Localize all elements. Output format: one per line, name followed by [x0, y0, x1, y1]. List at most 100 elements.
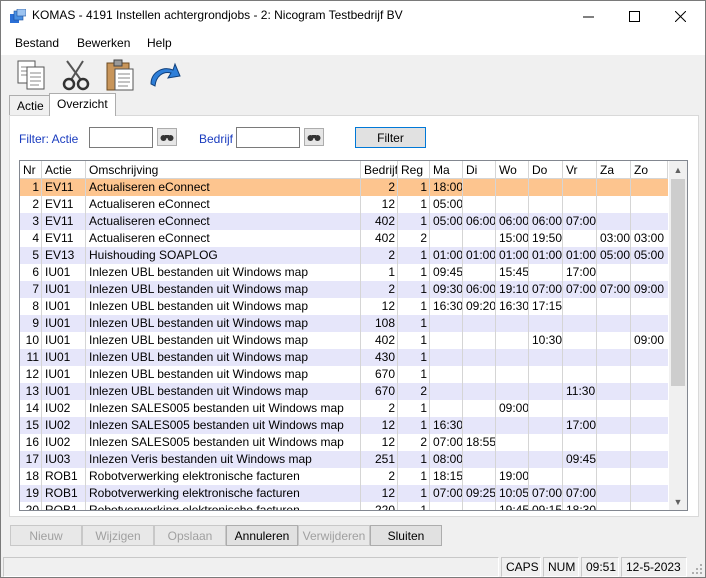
cell-di: [463, 502, 496, 510]
cell-omschrijving: Inlezen UBL bestanden uit Windows map: [89, 384, 309, 398]
cell-wo: [496, 196, 529, 213]
cell-di: [463, 417, 496, 434]
grid-column-divider: [85, 161, 86, 510]
cell-ma: 07:00: [433, 486, 463, 500]
filter-button[interactable]: Filter: [355, 127, 426, 148]
cell-nr: 19: [25, 486, 39, 500]
app-window: KOMAS - 4191 Instellen achtergrondjobs -…: [0, 0, 706, 578]
nieuw-button[interactable]: Nieuw: [10, 525, 82, 546]
annuleren-button[interactable]: Annuleren: [226, 525, 298, 546]
cell-do: 17:15: [532, 299, 563, 313]
cell-wo: 19:00: [499, 469, 529, 483]
column-header-nr[interactable]: Nr: [20, 161, 42, 179]
table-row[interactable]: 18 ROB1 Robotverwerking elektronische fact…: [20, 468, 668, 485]
cell-omschrijving: Inlezen UBL bestanden uit Windows map: [89, 316, 309, 330]
table-row[interactable]: 11 IU01 Inlezen UBL bestanden uit Windows …: [20, 349, 668, 366]
copy-document-icon[interactable]: [15, 58, 49, 92]
table-row[interactable]: 4 EV11 Actualiseren eConnect 402 2 15:00 19:50…: [20, 230, 668, 247]
column-header-wo[interactable]: Wo: [496, 161, 529, 179]
table-row[interactable]: 6 IU01 Inlezen UBL bestanden uit Windows m…: [20, 264, 668, 281]
table-row[interactable]: 16 IU02 Inlezen SALES005 bestanden uit Win…: [20, 434, 668, 451]
tab-overzicht[interactable]: Overzicht: [49, 93, 116, 116]
opslaan-button[interactable]: Opslaan: [154, 525, 226, 546]
column-header-actie[interactable]: Actie: [42, 161, 86, 179]
table-row[interactable]: 1 EV11 Actualiseren eConnect 2 1 18:00: [20, 179, 668, 196]
cell-wo: 19:10: [499, 282, 529, 296]
cell-bedrijf: 402: [374, 333, 395, 347]
cell-wo: [496, 434, 529, 451]
cell-do: 07:00: [532, 282, 563, 296]
column-header-di[interactable]: Di: [463, 161, 496, 179]
table-row[interactable]: 10 IU01 Inlezen UBL bestanden uit Windows …: [20, 332, 668, 349]
cell-bedrijf: 2: [388, 180, 395, 194]
column-header-bedrijf[interactable]: Bedrijf: [361, 161, 398, 179]
binoculars-icon: [307, 135, 321, 141]
table-row[interactable]: 7 IU01 Inlezen UBL bestanden uit Windows m…: [20, 281, 668, 298]
cell-reg: 2: [420, 384, 427, 398]
cell-ma: 05:00: [433, 197, 463, 211]
cell-omschrijving: Actualiseren eConnect: [89, 231, 210, 245]
column-header-do[interactable]: Do: [529, 161, 563, 179]
jobs-grid[interactable]: Nr Actie Omschrijving Bedrijf Reg Ma Di Wo Do Vr Z…: [19, 160, 688, 511]
cell-ma: [430, 332, 463, 349]
table-row[interactable]: 20 ROB1 Robotverwerking elektronische fact…: [20, 502, 668, 511]
cell-omschrijving: Robotverwerking elektronische facturen: [89, 486, 300, 500]
table-row[interactable]: 12 IU01 Inlezen UBL bestanden uit Windows …: [20, 366, 668, 383]
menu-help[interactable]: Help: [147, 36, 172, 50]
tab-actie[interactable]: Actie: [9, 95, 52, 115]
scissors-icon[interactable]: [59, 58, 93, 92]
maximize-icon: [628, 10, 640, 22]
menu-bestand[interactable]: Bestand: [15, 36, 59, 50]
column-header-ma[interactable]: Ma: [430, 161, 463, 179]
table-row[interactable]: 15 IU02 Inlezen SALES005 bestanden uit Win…: [20, 417, 668, 434]
verwijderen-button[interactable]: Verwijderen: [298, 525, 370, 546]
scroll-up-arrow-icon[interactable]: ▲: [669, 161, 687, 178]
column-header-reg[interactable]: Reg: [398, 161, 430, 179]
minimize-button[interactable]: [565, 1, 611, 31]
cell-za: [597, 451, 631, 468]
table-row[interactable]: 13 IU01 Inlezen UBL bestanden uit Windows …: [20, 383, 668, 400]
cell-actie: ROB1: [45, 503, 78, 511]
maximize-button[interactable]: [611, 1, 657, 31]
column-header-zo[interactable]: Zo: [631, 161, 668, 179]
scroll-down-arrow-icon[interactable]: ▼: [669, 493, 687, 510]
title-bar[interactable]: KOMAS - 4191 Instellen achtergrondjobs -…: [1, 1, 705, 31]
undo-arrow-icon[interactable]: [147, 58, 181, 92]
status-num: NUM: [543, 557, 579, 577]
filter-bedrijf-input[interactable]: [236, 127, 300, 148]
paste-clipboard-icon[interactable]: [103, 58, 137, 92]
cell-do: 01:00: [532, 248, 563, 262]
cell-di: 06:00: [466, 282, 496, 296]
column-header-za[interactable]: Za: [597, 161, 631, 179]
table-row[interactable]: 5 EV13 Huishouding SOAPLOG 2 1 01:00 01:00 01:0…: [20, 247, 668, 264]
column-header-vr[interactable]: Vr: [563, 161, 597, 179]
resize-grip-icon[interactable]: [691, 563, 703, 575]
scroll-thumb[interactable]: [671, 179, 685, 386]
table-row[interactable]: 3 EV11 Actualiseren eConnect 402 1 05:00 06:00…: [20, 213, 668, 230]
bedrijf-lookup-button[interactable]: [304, 128, 324, 146]
filter-actie-input[interactable]: [89, 127, 153, 148]
sluiten-button[interactable]: Sluiten: [370, 525, 442, 546]
table-row[interactable]: 17 IU03 Inlezen Veris bestanden uit Window…: [20, 451, 668, 468]
cell-nr: 3: [32, 214, 39, 228]
menu-bewerken[interactable]: Bewerken: [77, 36, 130, 50]
cell-di: [463, 315, 496, 332]
close-button[interactable]: [657, 1, 703, 31]
vertical-scrollbar[interactable]: ▲ ▼: [669, 161, 687, 510]
cell-vr: [563, 230, 597, 247]
table-row[interactable]: 19 ROB1 Robotverwerking elektronische fact…: [20, 485, 668, 502]
cell-vr: [563, 179, 597, 196]
cell-ma: 05:00: [433, 214, 463, 228]
table-row[interactable]: 14 IU02 Inlezen SALES005 bestanden uit Win…: [20, 400, 668, 417]
cell-za: [597, 383, 631, 400]
column-header-omschrijving[interactable]: Omschrijving: [86, 161, 361, 179]
table-row[interactable]: 2 EV11 Actualiseren eConnect 12 1 05:00: [20, 196, 668, 213]
table-row[interactable]: 9 IU01 Inlezen UBL bestanden uit Windows m…: [20, 315, 668, 332]
cell-nr: 5: [32, 248, 39, 262]
cell-do: [529, 451, 563, 468]
table-row[interactable]: 8 IU01 Inlezen UBL bestanden uit Windows m…: [20, 298, 668, 315]
cell-nr: 7: [32, 282, 39, 296]
wijzigen-button[interactable]: Wijzigen: [82, 525, 154, 546]
cell-actie: EV11: [45, 180, 74, 194]
actie-lookup-button[interactable]: [157, 128, 177, 146]
